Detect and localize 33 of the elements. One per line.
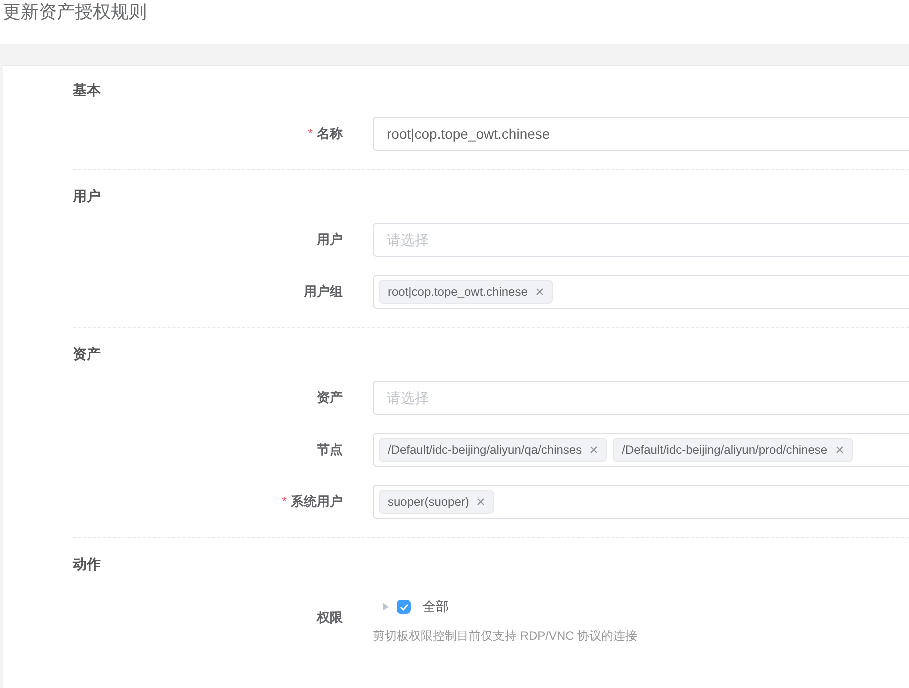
required-mark: * — [282, 493, 287, 512]
section-title: 用户 — [73, 187, 102, 206]
tag-text: /Default/idc-beijing/aliyun/prod/chinese — [622, 442, 828, 459]
name-input[interactable]: root|cop.tope_owt.chinese — [373, 117, 909, 151]
close-icon[interactable] — [836, 446, 844, 454]
field-label: 名称 — [317, 125, 343, 144]
field-label: 用户组 — [304, 283, 343, 302]
field-label: 节点 — [317, 441, 343, 460]
close-icon[interactable] — [590, 446, 598, 454]
close-icon[interactable] — [536, 288, 544, 296]
tag-text: root|cop.tope_owt.chinese — [388, 284, 528, 301]
field-label: 资产 — [317, 389, 343, 408]
select-field[interactable]: /Default/idc-beijing/aliyun/qa/chinses /Default/idc-beijing/aliyun/prod/chinese — [373, 433, 909, 467]
placeholder: 请选择 — [386, 230, 430, 250]
section-title: 资产 — [73, 345, 102, 364]
section-title: 动作 — [73, 555, 102, 574]
select-field[interactable]: suoper(suoper) — [373, 485, 909, 519]
help-text: 剪切板权限控制目前仅支持 RDP/VNC 协议的连接 — [373, 628, 638, 645]
section-title: 基本 — [73, 81, 102, 100]
page-title: 更新资产授权规则 — [2, 0, 147, 24]
check-icon — [400, 604, 408, 610]
field-label: 权限 — [317, 609, 343, 628]
select-field[interactable]: root|cop.tope_owt.chinese — [373, 275, 909, 309]
caret-icon[interactable] — [383, 603, 389, 611]
tag-text: suoper(suoper) — [388, 494, 470, 511]
checkbox[interactable] — [397, 600, 411, 614]
option-label: 全部 — [423, 598, 449, 616]
placeholder: 请选择 — [386, 388, 430, 408]
field-label: 用户 — [317, 231, 343, 250]
close-icon[interactable] — [477, 498, 486, 506]
tag-text: /Default/idc-beijing/aliyun/qa/chinses — [388, 442, 582, 459]
field-label: 系统用户 — [291, 493, 343, 512]
required-mark: * — [308, 125, 313, 144]
